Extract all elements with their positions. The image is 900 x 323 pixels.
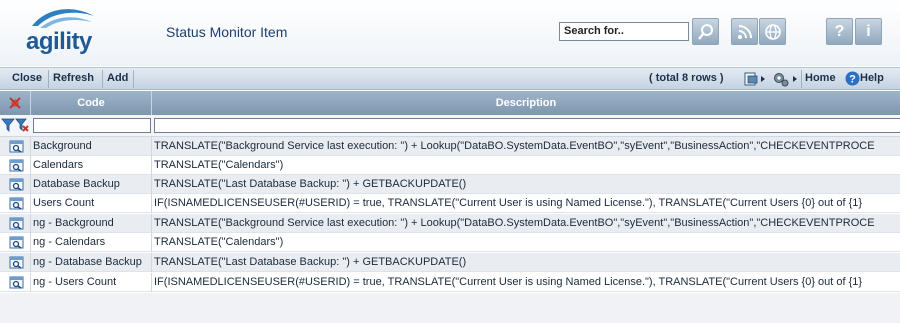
app-header: agility Status Monitor Item Search for..… xyxy=(0,0,900,66)
filter-row xyxy=(0,115,900,137)
view-record-icon[interactable] xyxy=(9,140,24,153)
column-actions xyxy=(0,91,31,115)
table-row[interactable]: Background TRANSLATE("Background Service… xyxy=(0,137,900,156)
row-action-cell xyxy=(0,233,31,252)
page-title: Status Monitor Item xyxy=(166,24,288,40)
help-circle-icon[interactable]: ? xyxy=(845,71,860,86)
help-icon: ? xyxy=(834,22,845,40)
code-cell: ng - Users Count xyxy=(31,273,152,292)
code-cell: Calendars xyxy=(31,156,152,175)
clear-sort-icon[interactable] xyxy=(7,95,23,111)
rss-button[interactable] xyxy=(731,18,758,45)
code-cell: Users Count xyxy=(31,194,152,213)
column-header-code[interactable]: Code xyxy=(31,91,152,115)
home-button[interactable]: Home xyxy=(805,72,836,84)
toolbar: Close Refresh Add ( total 8 rows ) Home … xyxy=(0,67,900,90)
magnifier-icon xyxy=(697,23,713,40)
search-input[interactable]: Search for.. xyxy=(559,22,689,41)
toolbar-divider xyxy=(102,70,103,88)
close-button[interactable]: Close xyxy=(12,72,42,84)
logo-wave-icon xyxy=(32,9,94,28)
info-button[interactable]: i xyxy=(855,18,882,45)
description-cell: TRANSLATE("Last Database Backup: ") + GE… xyxy=(154,256,467,268)
row-action-cell xyxy=(0,273,31,292)
view-record-icon[interactable] xyxy=(9,256,24,269)
grid-header: Code Description xyxy=(0,91,900,115)
table-row[interactable]: ng - Database Backup TRANSLATE("Last Dat… xyxy=(0,253,900,272)
clear-filter-icon[interactable] xyxy=(15,117,29,133)
toolbar-divider xyxy=(48,70,49,88)
logo-text: agility xyxy=(26,28,92,55)
agility-logo[interactable]: agility xyxy=(22,4,108,60)
row-action-cell xyxy=(0,253,31,272)
description-cell: IF(ISNAMEDLICENSEUSER(#USERID) = true, T… xyxy=(154,276,863,288)
row-action-cell xyxy=(0,156,31,175)
code-cell: ng - Background xyxy=(31,214,152,233)
description-cell: IF(ISNAMEDLICENSEUSER(#USERID) = true, T… xyxy=(154,197,863,209)
help-link[interactable]: Help xyxy=(860,72,884,84)
view-record-icon[interactable] xyxy=(9,178,24,191)
description-cell: TRANSLATE("Background Service last execu… xyxy=(154,140,875,152)
help-button[interactable]: ? xyxy=(826,18,853,45)
description-cell: TRANSLATE("Calendars") xyxy=(154,159,284,171)
description-filter-input[interactable] xyxy=(154,118,900,133)
search-button[interactable] xyxy=(692,18,719,45)
add-button[interactable]: Add xyxy=(107,72,128,84)
info-icon: i xyxy=(866,22,871,40)
rss-icon xyxy=(737,24,752,39)
globe-button[interactable] xyxy=(759,18,786,45)
description-cell: TRANSLATE("Calendars") xyxy=(154,236,284,248)
row-count: ( total 8 rows ) xyxy=(649,72,724,84)
code-cell: ng - Calendars xyxy=(31,233,152,252)
row-action-cell xyxy=(0,137,31,156)
export-menu-arrow-icon[interactable] xyxy=(761,76,765,82)
gear-icon[interactable] xyxy=(772,71,790,87)
code-cell: ng - Database Backup xyxy=(31,253,152,272)
view-record-icon[interactable] xyxy=(9,197,24,210)
refresh-button[interactable]: Refresh xyxy=(53,72,94,84)
table-row[interactable]: Calendars TRANSLATE("Calendars") xyxy=(0,156,900,175)
table-row[interactable]: ng - Background TRANSLATE("Background Se… xyxy=(0,214,900,233)
table-row[interactable]: Users Count IF(ISNAMEDLICENSEUSER(#USERI… xyxy=(0,194,900,213)
row-action-cell xyxy=(0,214,31,233)
column-header-description[interactable]: Description xyxy=(152,91,900,115)
description-cell: TRANSLATE("Last Database Backup: ") + GE… xyxy=(154,178,467,190)
code-filter-input[interactable] xyxy=(33,118,151,133)
table-row[interactable]: Database Backup TRANSLATE("Last Database… xyxy=(0,175,900,194)
description-cell: TRANSLATE("Background Service last execu… xyxy=(154,217,875,229)
toolbar-divider xyxy=(801,70,802,88)
settings-menu-arrow-icon[interactable] xyxy=(793,76,797,82)
view-record-icon[interactable] xyxy=(9,276,24,289)
filter-icon[interactable] xyxy=(1,117,15,133)
view-record-icon[interactable] xyxy=(9,217,24,230)
row-action-cell xyxy=(0,175,31,194)
code-cell: Database Backup xyxy=(31,175,152,194)
grid-empty-area xyxy=(0,293,900,323)
svg-text:?: ? xyxy=(849,74,856,86)
row-action-cell xyxy=(0,194,31,213)
code-cell: Background xyxy=(31,137,152,156)
globe-icon xyxy=(764,23,781,40)
table-row[interactable]: ng - Calendars TRANSLATE("Calendars") xyxy=(0,233,900,252)
view-record-icon[interactable] xyxy=(9,159,24,172)
table-row[interactable]: ng - Users Count IF(ISNAMEDLICENSEUSER(#… xyxy=(0,273,900,292)
export-icon[interactable] xyxy=(743,71,759,87)
toolbar-divider xyxy=(133,70,134,88)
view-record-icon[interactable] xyxy=(9,236,24,249)
